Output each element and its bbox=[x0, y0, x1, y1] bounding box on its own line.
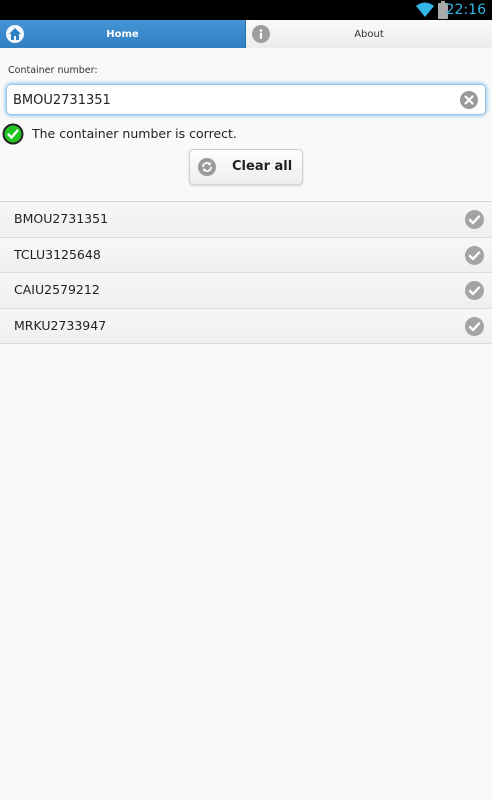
clear-input-icon[interactable] bbox=[460, 91, 478, 109]
check-icon bbox=[465, 245, 484, 265]
list-item-number: TCLU3125648 bbox=[14, 246, 101, 262]
clear-all-label: Clear all bbox=[232, 159, 293, 174]
check-icon bbox=[465, 281, 484, 300]
validation-status: The container number is correct. bbox=[0, 123, 492, 145]
status-time: 22:16 bbox=[445, 2, 486, 18]
check-circle-icon bbox=[2, 123, 24, 145]
tab-about[interactable]: About bbox=[246, 20, 492, 48]
container-number-label: Container number: bbox=[8, 65, 98, 76]
clear-all-button[interactable]: Clear all bbox=[189, 149, 303, 185]
check-icon bbox=[465, 210, 484, 229]
status-bar: 22:16 bbox=[0, 0, 492, 20]
info-icon bbox=[252, 25, 270, 43]
list-item[interactable]: MRKU2733947 bbox=[0, 308, 492, 344]
list-item-number: CAIU2579212 bbox=[14, 282, 100, 297]
container-number-input[interactable] bbox=[13, 89, 453, 111]
tab-bar: Home About bbox=[0, 20, 492, 48]
refresh-icon bbox=[198, 158, 216, 176]
tab-about-label: About bbox=[354, 28, 384, 40]
validation-message: The container number is correct. bbox=[32, 126, 237, 141]
list-item[interactable]: CAIU2579212 bbox=[0, 273, 492, 309]
list-item[interactable]: BMOU2731351 bbox=[0, 202, 492, 238]
container-number-field[interactable] bbox=[6, 84, 486, 115]
tab-home[interactable]: Home bbox=[0, 20, 246, 48]
container-history-list: BMOU2731351 TCLU3125648 CAIU2579212 MRKU… bbox=[0, 201, 492, 344]
list-item[interactable]: TCLU3125648 bbox=[0, 237, 492, 273]
home-icon bbox=[6, 25, 24, 43]
list-item-number: MRKU2733947 bbox=[14, 317, 107, 333]
tab-home-label: Home bbox=[106, 28, 139, 40]
wifi-icon bbox=[416, 2, 434, 22]
check-icon bbox=[465, 316, 484, 336]
list-item-number: BMOU2731351 bbox=[14, 211, 109, 226]
